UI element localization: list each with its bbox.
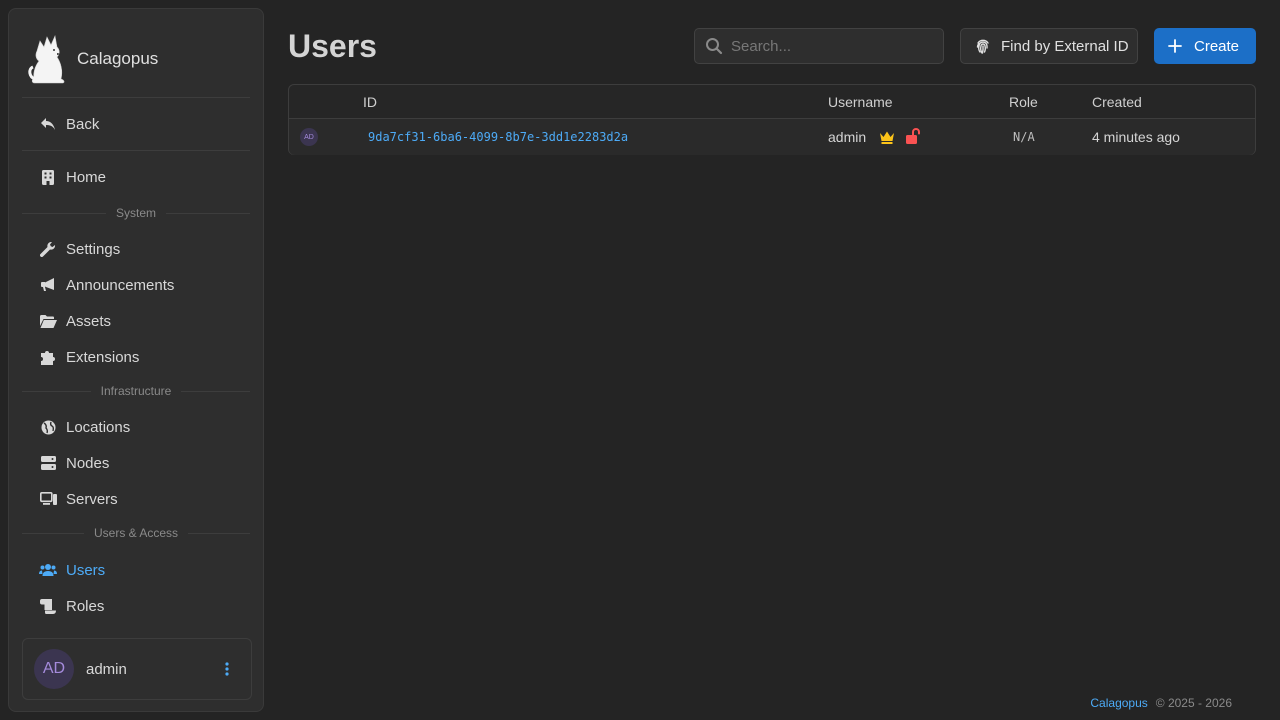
footer: Calagopus © 2025 - 2026 — [1090, 696, 1232, 710]
plus-icon — [1168, 39, 1182, 53]
create-user-button[interactable]: Create — [1154, 28, 1256, 64]
sidebar-item-settings[interactable]: Settings — [39, 237, 120, 261]
current-user-card: AD admin — [22, 638, 252, 700]
sidebar-item-label: Users — [66, 561, 106, 579]
sidebar-item-label: Announcements — [66, 276, 175, 294]
search-icon — [706, 38, 723, 55]
find-by-external-id-label: Find by External ID — [1001, 37, 1129, 55]
divider — [22, 150, 250, 151]
folder-open-icon — [39, 312, 57, 330]
column-header-username: Username — [828, 94, 893, 110]
section-infrastructure: Infrastructure — [22, 384, 250, 398]
search-input[interactable] — [731, 37, 931, 55]
user-role: N/A — [1013, 130, 1035, 144]
megaphone-icon — [39, 276, 57, 294]
user-created: 4 minutes ago — [1092, 129, 1180, 145]
brand[interactable]: Calagopus — [27, 31, 158, 87]
sidebar-item-locations[interactable]: Locations — [39, 415, 130, 439]
sidebar-item-roles[interactable]: Roles — [39, 594, 104, 618]
sidebar-item-announcements[interactable]: Announcements — [39, 273, 174, 297]
username: admin — [828, 129, 867, 145]
sidebar-item-home[interactable]: Home — [39, 165, 106, 189]
building-icon — [39, 168, 57, 186]
sidebar-item-label: Roles — [66, 597, 105, 615]
current-user-name: admin — [86, 660, 127, 678]
kebab-menu-icon — [225, 662, 229, 676]
search-box[interactable] — [694, 28, 944, 64]
brand-name: Calagopus — [77, 49, 159, 68]
sidebar: Calagopus Back Home System Settings Anno… — [8, 8, 264, 712]
footer-copyright: © 2025 - 2026 — [1155, 696, 1232, 710]
sidebar-item-extensions[interactable]: Extensions — [39, 345, 139, 369]
avatar[interactable]: AD — [34, 649, 74, 689]
wrench-icon — [39, 240, 57, 258]
unlock-icon — [906, 128, 920, 144]
puzzle-icon — [39, 348, 57, 366]
sidebar-item-servers[interactable]: Servers — [39, 487, 118, 511]
scroll-icon — [39, 597, 57, 615]
sidebar-item-label: Assets — [66, 312, 112, 330]
column-header-id: ID — [363, 94, 377, 110]
globe-icon — [39, 418, 57, 436]
users-icon — [39, 561, 57, 579]
reply-icon — [39, 115, 57, 133]
footer-link[interactable]: Calagopus — [1090, 696, 1147, 710]
sidebar-item-label: Servers — [66, 490, 118, 508]
section-users-access: Users & Access — [22, 526, 250, 540]
sidebar-item-assets[interactable]: Assets — [39, 309, 111, 333]
sidebar-item-label: Settings — [66, 240, 121, 258]
avatar: AD — [300, 128, 318, 146]
find-by-external-id-button[interactable]: Find by External ID — [960, 28, 1138, 64]
sidebar-item-users[interactable]: Users — [39, 558, 105, 582]
sidebar-item-label: Locations — [66, 418, 131, 436]
crown-icon — [880, 131, 894, 144]
sidebar-item-label: Extensions — [66, 348, 140, 366]
sidebar-item-nodes[interactable]: Nodes — [39, 451, 109, 475]
server-icon — [39, 454, 57, 472]
sidebar-item-label: Back — [66, 115, 100, 133]
sidebar-item-label: Home — [66, 168, 107, 186]
fox-logo-icon — [28, 34, 65, 84]
user-id-link[interactable]: 9da7cf31-6ba6-4099-8b7e-3dd1e2283d2a — [368, 130, 628, 144]
fingerprint-icon — [976, 39, 989, 54]
divider — [22, 97, 250, 98]
page-title: Users — [288, 28, 377, 64]
user-menu-button[interactable] — [217, 657, 237, 681]
computer-icon — [39, 490, 57, 508]
create-label: Create — [1194, 37, 1240, 55]
column-header-role: Role — [1009, 94, 1038, 110]
column-header-created: Created — [1092, 94, 1142, 110]
table-row[interactable]: AD 9da7cf31-6ba6-4099-8b7e-3dd1e2283d2a … — [289, 118, 1255, 155]
section-system: System — [22, 206, 250, 220]
sidebar-item-back[interactable]: Back — [39, 112, 99, 136]
users-table: ID Username Role Created AD 9da7cf31-6ba… — [288, 84, 1256, 155]
sidebar-item-label: Nodes — [66, 454, 110, 472]
